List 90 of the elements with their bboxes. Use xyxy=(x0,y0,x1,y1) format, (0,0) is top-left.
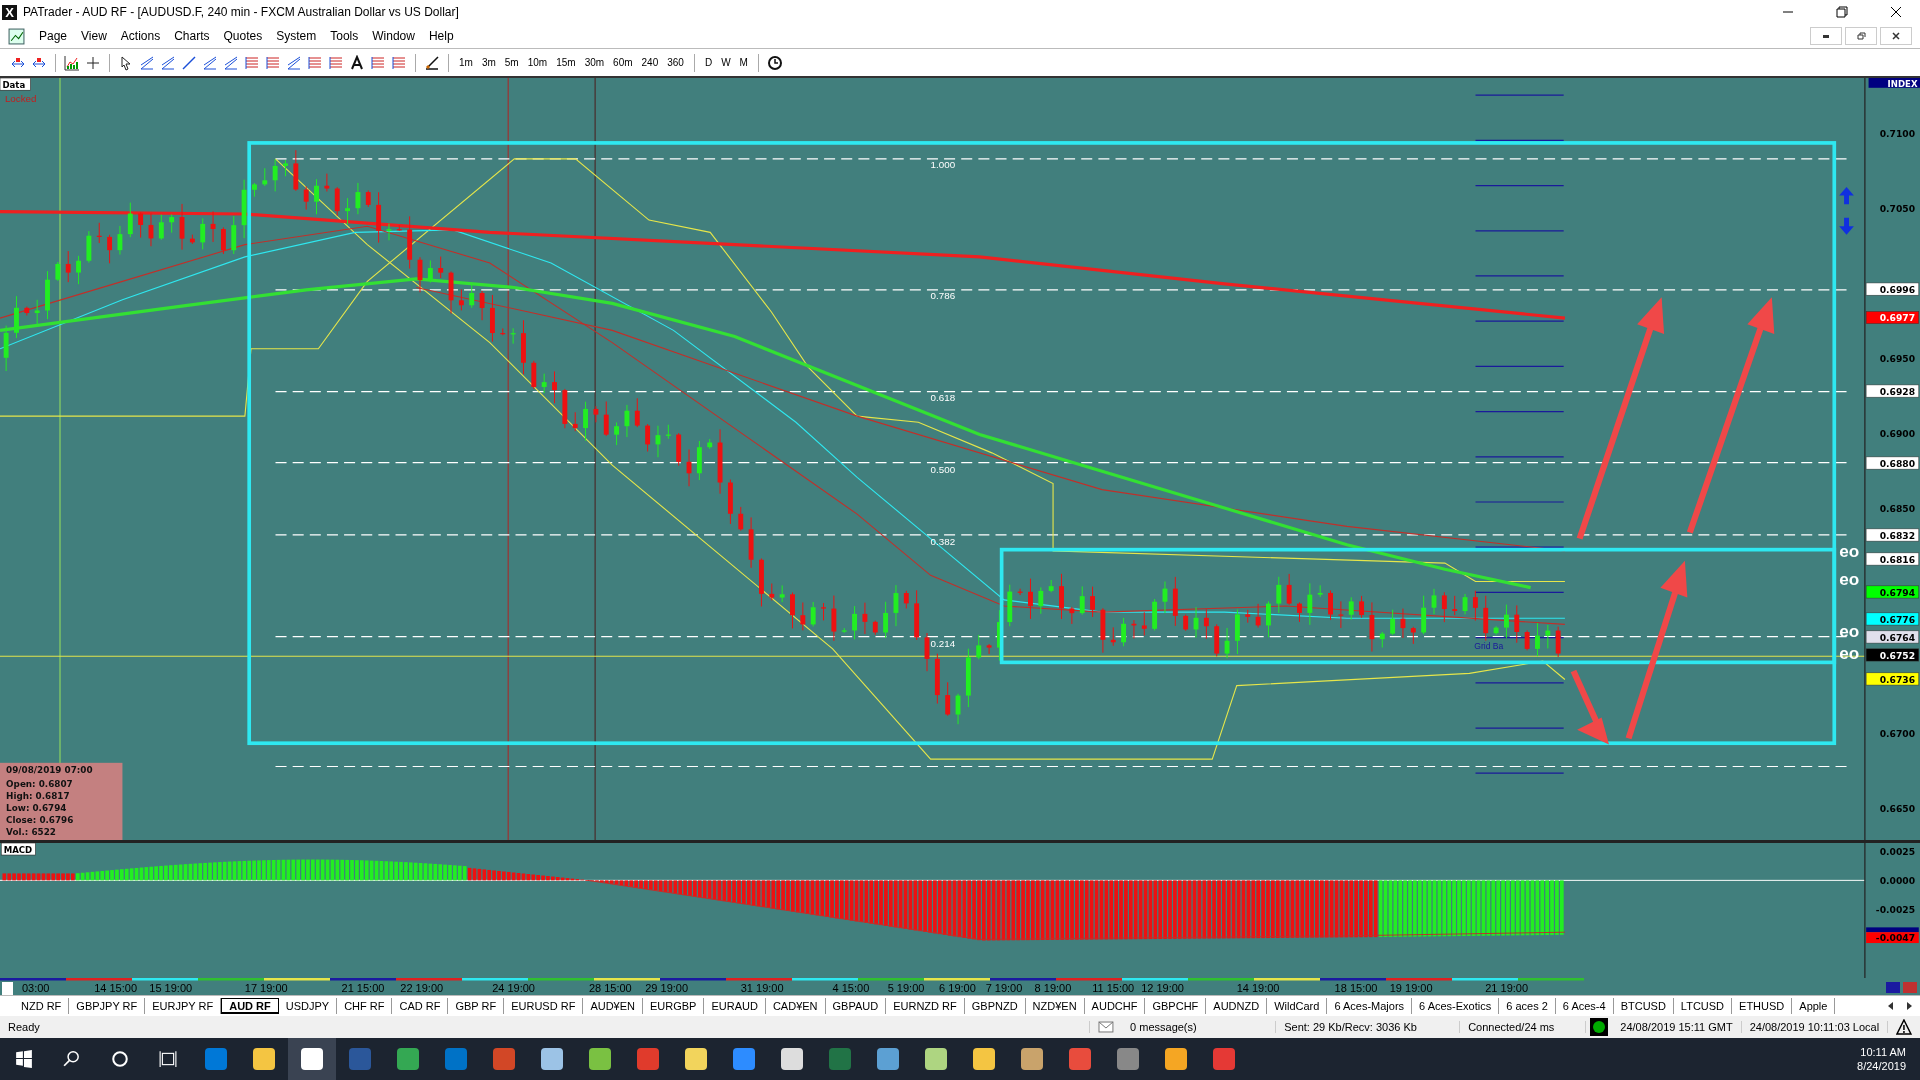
time-axis-label: 12 19:00 xyxy=(1141,982,1184,994)
macd-value-tag: -0.0047 xyxy=(1866,932,1919,944)
eo-marker: eo xyxy=(1839,569,1860,590)
timeframe-button[interactable]: 5m xyxy=(502,57,521,68)
index-label: INDEX xyxy=(1887,78,1918,89)
price-axis-label: 0.6700 xyxy=(1879,727,1916,739)
taskbar-date: 8/24/2019 xyxy=(1857,1060,1906,1072)
price-tag: 0.6977 xyxy=(1865,311,1920,324)
timeframe-button[interactable]: 15m xyxy=(554,57,578,68)
menu-item[interactable]: Actions xyxy=(120,29,161,43)
traffic-status: Sent: 29 Kb/Recv: 3036 Kb xyxy=(1276,1021,1461,1033)
ohlc-info-panel: 09/08/2019 07:00 Open: 0.6807 High: 0.6817 Low: 0.6794 Close: 0.6796 Vol.: 6522 xyxy=(0,762,123,840)
time-axis-label: 17 19:00 xyxy=(244,982,288,994)
local-time: 24/08/2019 10:11:03 Local xyxy=(1741,1021,1889,1033)
price-tag: 0.6794 xyxy=(1865,585,1920,599)
time-axis-label: 5 19:00 xyxy=(887,982,925,994)
time-axis-label: 31 19:00 xyxy=(740,982,784,994)
taskbar-time: 10:11 AM xyxy=(1860,1046,1906,1058)
price-tag: 0.6880 xyxy=(1865,456,1920,470)
macd-axis-label: 0.0000 xyxy=(1879,876,1916,886)
fib-level-label: 0.618 xyxy=(930,391,956,403)
time-axis-label: 15 19:00 xyxy=(149,982,193,994)
eo-marker: eo xyxy=(1839,620,1860,641)
time-axis-label: 03:00 xyxy=(21,982,50,994)
time-axis-label: 21 15:00 xyxy=(341,982,385,994)
menu-item[interactable]: Tools xyxy=(330,29,359,43)
price-tag: 0.6764 xyxy=(1865,630,1920,644)
time-axis-label: 22 19:00 xyxy=(400,982,444,994)
status-text: Ready xyxy=(0,1021,1091,1033)
timeframe-button[interactable]: 240 xyxy=(639,57,661,68)
menu-item[interactable]: View xyxy=(81,29,107,43)
menu-item[interactable]: Window xyxy=(372,29,415,43)
macd-axis-label: 0.0025 xyxy=(1879,847,1916,858)
timeframe-button[interactable]: 30m xyxy=(582,57,607,68)
fib-level-label: 0.500 xyxy=(930,463,956,475)
time-axis-label: 29 19:00 xyxy=(645,982,689,994)
time-axis-label: 8 19:00 xyxy=(1034,982,1072,994)
connection-status: Connected/24 ms xyxy=(1460,1021,1587,1033)
gmt-time: 24/08/2019 15:11 GMT xyxy=(1612,1021,1742,1033)
timeframe-button[interactable]: 360 xyxy=(665,57,686,68)
time-axis-label: 24 19:00 xyxy=(492,982,535,994)
menu-item[interactable]: Help xyxy=(428,29,454,43)
price-tag: 0.6752 xyxy=(1865,648,1920,662)
menu-item[interactable]: Quotes xyxy=(223,29,263,43)
timeframe-button[interactable]: 10m xyxy=(525,57,550,68)
price-tag: 0.6776 xyxy=(1865,612,1920,626)
locked-label: Locked xyxy=(4,93,37,105)
timeframe-button[interactable]: 3m xyxy=(479,57,498,68)
time-axis-label: 14 15:00 xyxy=(94,982,138,994)
macd-label: MACD xyxy=(0,842,36,856)
macd-axis-label: -0.0025 xyxy=(1875,904,1916,915)
price-axis-label: 0.7100 xyxy=(1879,127,1916,139)
period-button[interactable]: D xyxy=(702,57,715,68)
time-axis-label: 14 19:00 xyxy=(1236,982,1280,994)
price-tag: 0.6832 xyxy=(1865,528,1920,542)
timeframe-button[interactable]: 60m xyxy=(611,57,635,68)
price-axis-label: 0.6850 xyxy=(1879,502,1916,514)
price-tag: 0.6996 xyxy=(1865,282,1920,296)
fib-level-label: 1.000 xyxy=(930,159,956,171)
time-axis-label: 7 19:00 xyxy=(985,982,1023,994)
time-axis-label: 18 15:00 xyxy=(1334,982,1378,994)
window-title: PATrader - AUD RF - [AUDUSD.F, 240 min - FXCM Australian Dollar vs US Dollar] xyxy=(23,5,459,19)
grid-base-label: Grid Ba xyxy=(1474,640,1504,651)
messages-count: 0 message(s) xyxy=(1122,1021,1277,1033)
timeframe-button[interactable]: 1m xyxy=(457,57,475,68)
time-axis-label: 19 19:00 xyxy=(1389,982,1433,994)
price-tag: 0.6816 xyxy=(1865,552,1920,566)
price-axis-label: 0.6650 xyxy=(1879,802,1916,814)
fib-level-label: 0.214 xyxy=(930,637,956,649)
time-axis-label: 4 15:00 xyxy=(832,982,870,994)
period-button[interactable]: M xyxy=(737,57,750,68)
price-tag: 0.6928 xyxy=(1865,384,1920,398)
menu-item[interactable]: Page xyxy=(39,29,68,43)
eo-marker: eo xyxy=(1839,541,1860,561)
price-axis-label: 0.6950 xyxy=(1879,352,1916,364)
time-axis-label: 28 15:00 xyxy=(588,982,632,994)
period-button[interactable]: W xyxy=(719,57,733,68)
fib-level-label: 0.382 xyxy=(930,535,956,547)
data-label: Data xyxy=(0,77,31,91)
time-axis-label: 21 19:00 xyxy=(1485,982,1529,994)
time-axis-label: 6 19:00 xyxy=(939,982,976,994)
price-tag: 0.6736 xyxy=(1865,672,1920,686)
menu-item[interactable]: System xyxy=(276,29,317,43)
fib-level-label: 0.786 xyxy=(930,289,956,301)
price-axis-label: 0.7050 xyxy=(1879,202,1916,214)
time-axis-label: 11 15:00 xyxy=(1092,982,1135,994)
price-axis-label: 0.6900 xyxy=(1879,427,1916,439)
app-logo: X xyxy=(2,4,17,20)
menu-item[interactable]: Charts xyxy=(174,29,210,43)
chart-tab[interactable]: AUD RF xyxy=(221,998,279,1014)
